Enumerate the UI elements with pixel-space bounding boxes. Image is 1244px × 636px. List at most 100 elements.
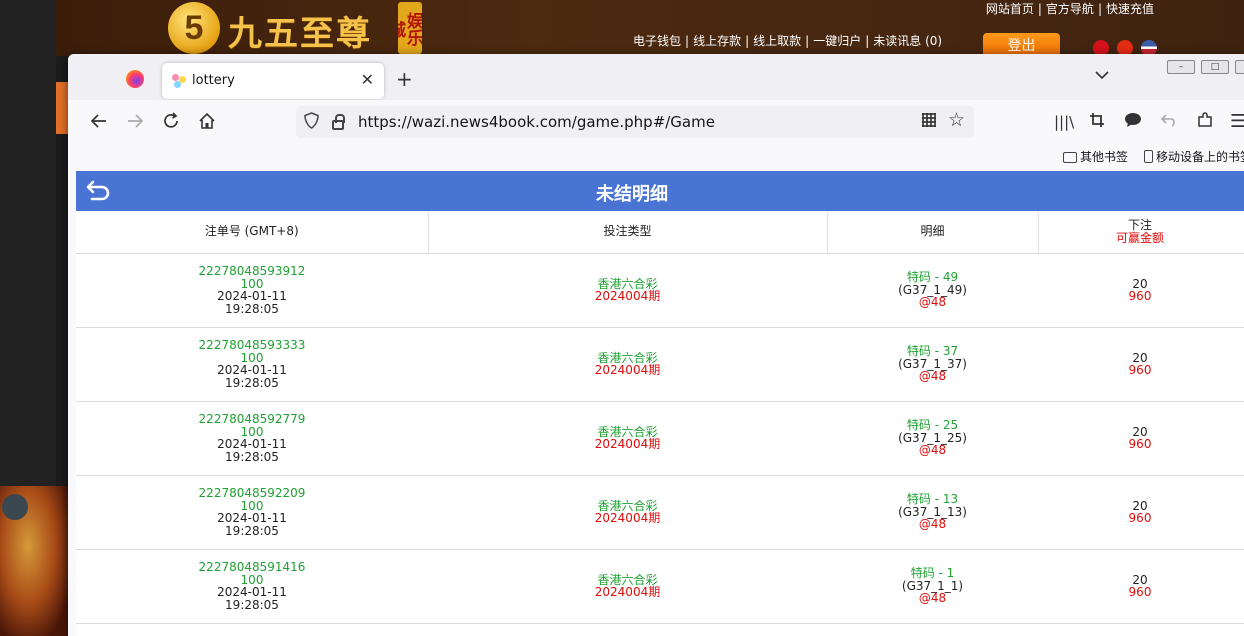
order-number[interactable]: 22278048592209 — [76, 487, 428, 500]
stake-cell: 20 960 — [1038, 401, 1244, 476]
order-date: 2024-01-11 — [217, 289, 287, 303]
minimize-button[interactable]: – — [1167, 60, 1195, 74]
detail-cell: 特码 - 13 (G37_1_13) @48 — [827, 475, 1038, 550]
bet-type-cell: 香港六合彩 2024004期 — [428, 327, 827, 402]
site-top-links: 网站首页 | 官方导航 | 快速充值 — [985, 2, 1154, 16]
bet-table: 注单号 (GMT+8) 投注类型 明细 下注 可赢金额 222780485939… — [76, 211, 1244, 624]
home-icon[interactable] — [198, 112, 216, 135]
top-link-home[interactable]: 网站首页 — [986, 2, 1034, 16]
address-bar[interactable]: https://wazi.news4book.com/game.php#/Gam… — [296, 106, 974, 138]
lock-icon[interactable] — [332, 114, 345, 130]
folder-icon — [1063, 152, 1077, 163]
nav-toolbar: https://wazi.news4book.com/game.php#/Gam… — [68, 100, 1244, 144]
tab-title: lottery — [192, 73, 235, 88]
reload-icon[interactable] — [162, 112, 180, 135]
table-row: 22278048593333 100 2024-01-11 19:28:05 香… — [76, 327, 1244, 402]
bookmark-mobile[interactable]: 移动设备上的书签 — [1144, 148, 1244, 165]
qr-code-icon[interactable] — [922, 113, 936, 127]
link-deposit[interactable]: 线上存款 — [693, 34, 741, 48]
page-title: 未结明细 — [596, 184, 668, 205]
site-logo-tag: 娱乐城 — [398, 2, 422, 54]
order-date: 2024-01-11 — [217, 363, 287, 377]
bookmark-mobile-label: 移动设备上的书签 — [1156, 150, 1244, 164]
tracking-shield-icon[interactable] — [304, 112, 319, 133]
bet-type-cell: 香港六合彩 2024004期 — [428, 253, 827, 328]
order-time: 19:28:05 — [225, 523, 279, 538]
order-cell: 22278048593333 100 2024-01-11 19:28:05 — [76, 327, 428, 402]
pick-odds: @48 — [918, 591, 947, 606]
stake-cell: 20 960 — [1038, 253, 1244, 328]
top-link-nav[interactable]: 官方导航 — [1046, 2, 1094, 16]
top-link-recharge[interactable]: 快速充值 — [1106, 2, 1154, 16]
pick-label: 特码 - 25 — [906, 418, 959, 433]
undo-arrow-icon[interactable] — [1160, 112, 1177, 132]
order-time: 19:28:05 — [225, 597, 279, 612]
table-row: 22278048593912 100 2024-01-11 19:28:05 香… — [76, 253, 1244, 328]
mobile-device-icon — [1144, 150, 1153, 163]
link-messages[interactable]: 未读讯息 (0) — [873, 34, 942, 48]
bookmark-other[interactable]: 其他书签 — [1063, 148, 1128, 165]
close-window-button[interactable]: × — [1235, 60, 1244, 74]
link-consolidate[interactable]: 一键归户 — [813, 34, 861, 48]
bookmark-other-label: 其他书签 — [1080, 150, 1129, 164]
favicon-icon — [172, 74, 186, 88]
order-number[interactable]: 22278048592779 — [76, 413, 428, 426]
table-row: 22278048592209 100 2024-01-11 19:28:05 香… — [76, 475, 1244, 550]
list-tabs-chevron-down-icon[interactable] — [1095, 68, 1109, 84]
tab-close-icon[interactable]: ✕ — [361, 70, 374, 89]
detail-cell: 特码 - 49 (G37_1_49) @48 — [827, 253, 1038, 328]
bookmarks-toolbar: 其他书签 移动设备上的书签 — [68, 144, 1244, 170]
forward-arrow-icon[interactable] — [126, 112, 144, 135]
game-period: 2024004期 — [594, 289, 661, 303]
pick-odds: @48 — [918, 517, 947, 532]
pick-odds: @48 — [918, 369, 947, 384]
site-header: 5 九五至尊 娱乐城 网站首页|官方导航|快速充值 电子钱包|线上存款|线上取款… — [56, 0, 1244, 57]
win-amount: 960 — [1128, 511, 1152, 525]
game-period: 2024004期 — [594, 511, 661, 525]
col-bet-type: 投注类型 — [428, 211, 828, 254]
tab-lottery[interactable]: lottery ✕ — [162, 63, 384, 99]
page-content: 未结明细 注单号 (GMT+8) 投注类型 明细 下注 可赢金额 2227804… — [76, 171, 1244, 636]
screenshot-crop-icon[interactable] — [1089, 112, 1105, 133]
pick-label: 特码 - 1 — [910, 566, 955, 581]
col-win-label: 可赢金额 — [1115, 230, 1164, 245]
menu-hamburger-icon[interactable]: ☰ — [1230, 112, 1244, 132]
background-sidebar — [0, 0, 70, 636]
library-icon[interactable]: |||\ — [1054, 112, 1074, 132]
firefox-icon[interactable] — [126, 70, 144, 88]
order-number[interactable]: 22278048593912 — [76, 265, 428, 278]
table-header-row: 注单号 (GMT+8) 投注类型 明细 下注 可赢金额 — [76, 211, 1244, 254]
detail-cell: 特码 - 25 (G37_1_25) @48 — [827, 401, 1038, 476]
order-cell: 22278048592779 100 2024-01-11 19:28:05 — [76, 401, 428, 476]
game-period: 2024004期 — [594, 585, 661, 599]
order-date: 2024-01-11 — [217, 511, 287, 525]
order-time: 19:28:05 — [225, 449, 279, 464]
win-amount: 960 — [1128, 363, 1152, 377]
chat-bubble-icon[interactable] — [1124, 112, 1142, 133]
pick-odds: @48 — [918, 443, 947, 458]
stake-cell: 20 960 — [1038, 475, 1244, 550]
col-order-no: 注单号 (GMT+8) — [76, 211, 429, 254]
extensions-puzzle-icon[interactable] — [1197, 112, 1213, 133]
restore-button[interactable]: □ — [1201, 60, 1229, 74]
order-date: 2024-01-11 — [217, 585, 287, 599]
pick-label: 特码 - 49 — [906, 270, 959, 285]
url-text[interactable]: https://wazi.news4book.com/game.php#/Gam… — [358, 113, 715, 131]
game-period: 2024004期 — [594, 437, 661, 451]
order-cell: 22278048591416 100 2024-01-11 19:28:05 — [76, 549, 428, 624]
pick-odds: @48 — [918, 295, 947, 310]
back-arrow-icon[interactable] — [90, 112, 108, 135]
link-withdraw[interactable]: 线上取款 — [753, 34, 801, 48]
bookmark-star-icon[interactable]: ☆ — [948, 109, 965, 131]
site-logo-icon: 5 — [168, 2, 220, 54]
order-time: 19:28:05 — [225, 375, 279, 390]
order-number[interactable]: 22278048591416 — [76, 561, 428, 574]
new-tab-icon[interactable]: + — [396, 67, 413, 91]
detail-cell: 特码 - 1 (G37_1_1) @48 — [827, 549, 1038, 624]
bet-type-cell: 香港六合彩 2024004期 — [428, 401, 827, 476]
order-cell: 22278048593912 100 2024-01-11 19:28:05 — [76, 253, 428, 328]
order-number[interactable]: 22278048593333 — [76, 339, 428, 352]
orange-side-tab[interactable] — [56, 82, 68, 134]
site-account-links: 电子钱包 | 线上存款 | 线上取款 | 一键归户 | 未读讯息 (0) — [633, 34, 943, 48]
link-wallet[interactable]: 电子钱包 — [633, 34, 681, 48]
